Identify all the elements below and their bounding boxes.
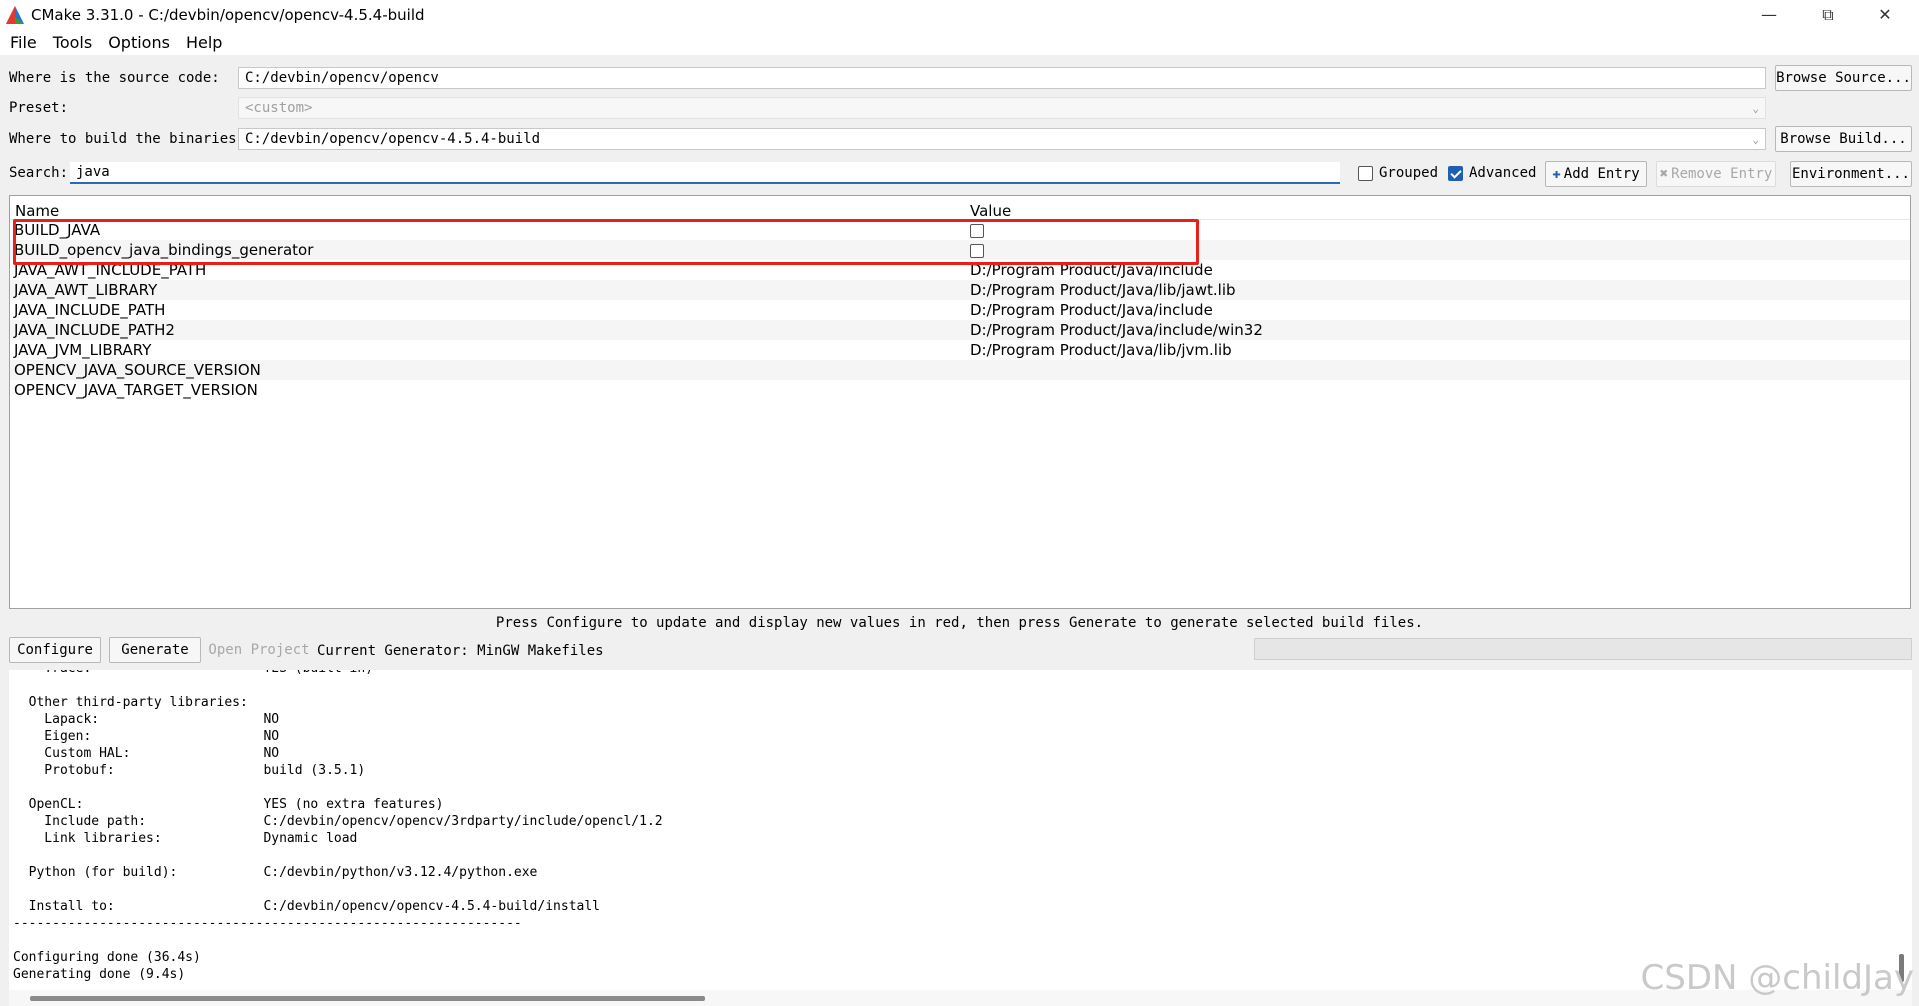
- close-icon: ✕: [1878, 5, 1892, 24]
- browse-source-button[interactable]: Browse Source...: [1775, 65, 1912, 91]
- log-text: Trace: YES (built-in) Other third-party …: [13, 670, 663, 983]
- column-header-value[interactable]: Value: [965, 196, 1016, 220]
- horizontal-scroll-thumb[interactable]: [30, 996, 705, 1001]
- generate-button[interactable]: Generate: [109, 637, 201, 663]
- log-line: Eigen: NO: [13, 729, 280, 744]
- row-name: JAVA_INCLUDE_PATH2: [14, 321, 175, 339]
- row-name: OPENCV_JAVA_TARGET_VERSION: [14, 381, 258, 399]
- preset-label: Preset:: [9, 100, 69, 116]
- table-row[interactable]: OPENCV_JAVA_SOURCE_VERSION: [10, 360, 1910, 380]
- build-label: Where to build the binaries:: [9, 131, 246, 147]
- source-path-input[interactable]: C:/devbin/opencv/opencv: [238, 67, 1766, 89]
- table-row[interactable]: JAVA_AWT_LIBRARY D:/Program Product/Java…: [10, 280, 1910, 300]
- watermark: CSDN @childJay: [1640, 958, 1914, 998]
- row-name: JAVA_JVM_LIBRARY: [14, 341, 152, 359]
- log-line: Configuring done (36.4s): [13, 950, 201, 965]
- title-bar: CMake 3.31.0 - C:/devbin/opencv/opencv-4…: [0, 0, 1919, 29]
- build-path-select[interactable]: C:/devbin/opencv/opencv-4.5.4-build ⌄: [238, 128, 1766, 150]
- search-label: Search:: [9, 165, 69, 181]
- log-horizontal-scrollbar[interactable]: [9, 990, 1912, 1006]
- environment-button[interactable]: Environment...: [1790, 161, 1912, 187]
- log-line: Trace: YES (built-in): [13, 670, 663, 677]
- red-highlight-annotation: [13, 219, 1199, 265]
- advanced-checkbox[interactable]: [1448, 165, 1463, 181]
- add-entry-label: Add Entry: [1563, 166, 1640, 182]
- search-input[interactable]: java: [70, 162, 1340, 184]
- preset-select: <custom> ⌄: [238, 97, 1766, 119]
- open-project-button[interactable]: Open Project: [207, 637, 311, 663]
- grouped-checkbox[interactable]: [1358, 165, 1373, 181]
- menu-options[interactable]: Options: [102, 33, 176, 52]
- remove-icon: ✖: [1659, 166, 1669, 182]
- table-row[interactable]: JAVA_INCLUDE_PATH D:/Program Product/Jav…: [10, 300, 1910, 320]
- configure-button[interactable]: Configure: [9, 637, 101, 663]
- log-line: Link libraries: Dynamic load: [13, 831, 358, 846]
- add-entry-button[interactable]: ✚ Add Entry: [1545, 161, 1647, 187]
- advanced-label: Advanced: [1469, 165, 1537, 181]
- menu-bar: File Tools Options Help: [0, 29, 1919, 55]
- cache-table: Name Value BUILD_JAVA BUILD_opencv_java_…: [9, 195, 1911, 609]
- column-header-name[interactable]: Name: [10, 196, 965, 220]
- log-line: Generating done (9.4s): [13, 967, 186, 982]
- table-row[interactable]: JAVA_INCLUDE_PATH2 D:/Program Product/Ja…: [10, 320, 1910, 340]
- cmake-logo-icon: [6, 5, 24, 24]
- log-line: Protobuf: build (3.5.1): [13, 763, 366, 778]
- log-line: Custom HAL: NO: [13, 746, 280, 761]
- plus-icon: ✚: [1552, 166, 1561, 182]
- log-line: Include path: C:/devbin/opencv/opencv/3r…: [13, 814, 663, 829]
- menu-help[interactable]: Help: [180, 33, 228, 52]
- minimize-icon: —: [1761, 5, 1777, 24]
- row-value: D:/Program Product/Java/lib/jvm.lib: [970, 341, 1232, 359]
- close-window-button[interactable]: ✕: [1857, 0, 1913, 29]
- status-message: Press Configure to update and display ne…: [495, 615, 1424, 631]
- preset-value: <custom>: [245, 100, 313, 116]
- row-name: OPENCV_JAVA_SOURCE_VERSION: [14, 361, 261, 379]
- advanced-checkbox-group[interactable]: Advanced: [1448, 165, 1536, 181]
- log-line: ----------------------------------------…: [13, 916, 522, 931]
- log-line: Install to: C:/devbin/opencv/opencv-4.5.…: [13, 899, 600, 914]
- grouped-checkbox-group[interactable]: Grouped: [1358, 165, 1438, 181]
- menu-file[interactable]: File: [4, 33, 43, 52]
- row-value: D:/Program Product/Java/include/win32: [970, 321, 1263, 339]
- table-row[interactable]: JAVA_JVM_LIBRARY D:/Program Product/Java…: [10, 340, 1910, 360]
- current-generator-label: Current Generator: MinGW Makefiles: [317, 643, 604, 659]
- browse-build-button[interactable]: Browse Build...: [1775, 126, 1912, 152]
- grouped-label: Grouped: [1379, 165, 1439, 181]
- table-row[interactable]: OPENCV_JAVA_TARGET_VERSION: [10, 380, 1910, 400]
- restore-icon: ⧉: [1822, 4, 1834, 24]
- chevron-down-icon: ⌄: [1752, 133, 1759, 146]
- remove-entry-label: Remove Entry: [1671, 166, 1773, 182]
- source-label: Where is the source code:: [9, 70, 220, 86]
- row-name: JAVA_AWT_LIBRARY: [14, 281, 158, 299]
- restore-button[interactable]: ⧉: [1800, 0, 1856, 29]
- row-value: D:/Program Product/Java/lib/jawt.lib: [970, 281, 1236, 299]
- remove-entry-button[interactable]: ✖ Remove Entry: [1656, 161, 1776, 187]
- chevron-down-icon: ⌄: [1752, 102, 1759, 115]
- log-line: Python (for build): C:/devbin/python/v3.…: [13, 865, 538, 880]
- minimize-button[interactable]: —: [1741, 0, 1797, 29]
- progress-bar: [1254, 638, 1912, 660]
- log-vertical-scrollbar[interactable]: [1890, 670, 1912, 990]
- output-log[interactable]: Trace: YES (built-in) Other third-party …: [9, 670, 1890, 990]
- log-line: Other third-party libraries:: [13, 695, 248, 710]
- menu-tools[interactable]: Tools: [47, 33, 98, 52]
- row-name: JAVA_INCLUDE_PATH: [14, 301, 166, 319]
- log-line: Lapack: NO: [13, 712, 280, 727]
- log-line: OpenCL: YES (no extra features): [13, 797, 444, 812]
- window-title: CMake 3.31.0 - C:/devbin/opencv/opencv-4…: [31, 5, 425, 24]
- row-value: D:/Program Product/Java/include: [970, 301, 1213, 319]
- table-header: Name Value: [10, 196, 1910, 220]
- build-path-value: C:/devbin/opencv/opencv-4.5.4-build: [245, 131, 541, 147]
